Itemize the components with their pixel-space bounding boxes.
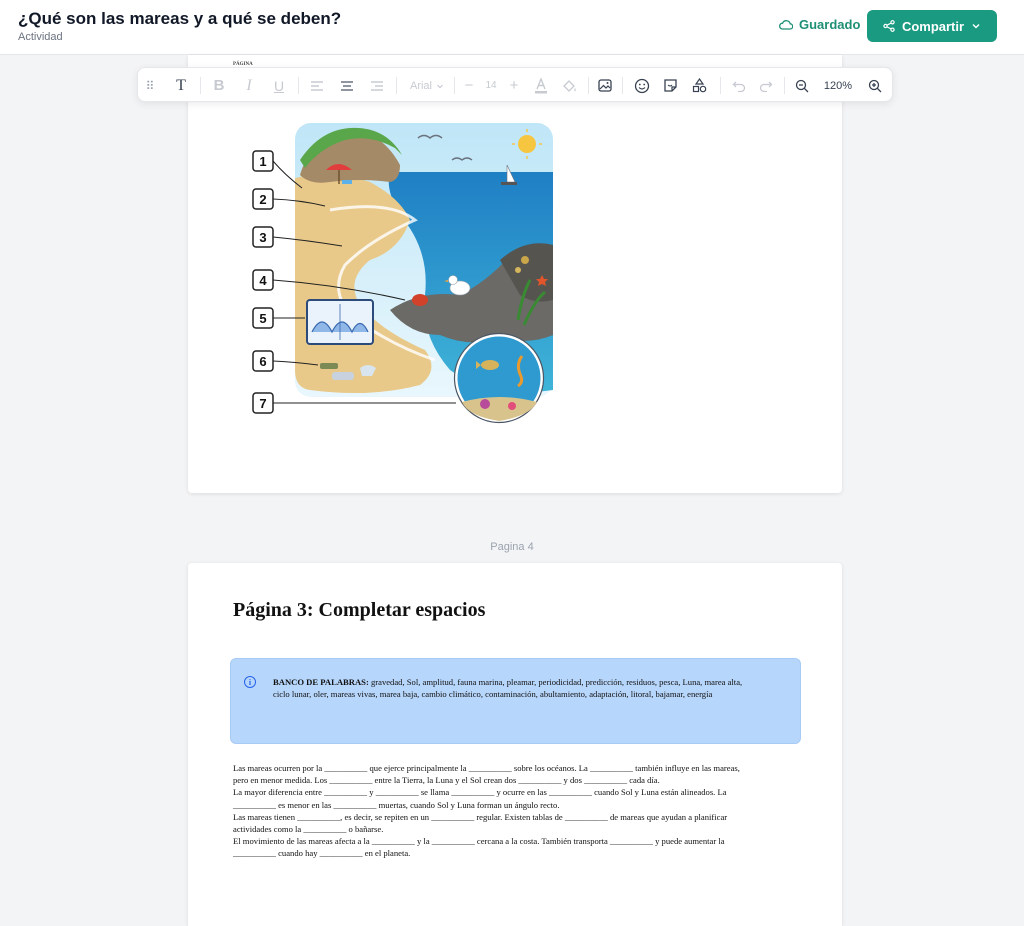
font-size-decrease-button[interactable]: −	[461, 68, 477, 103]
paint-bucket-icon	[562, 79, 576, 92]
illustration-label-5: 5	[259, 311, 266, 326]
illustration-label-1: 1	[259, 154, 266, 169]
illustration-label-2: 2	[259, 192, 266, 207]
text-color-button[interactable]	[530, 68, 552, 103]
zoom-in-icon	[868, 79, 882, 92]
zoom-in-button[interactable]	[864, 68, 886, 103]
italic-icon: I	[246, 76, 252, 94]
word-bank-words-line-2: ciclo lunar, oler, mareas vivas, marea b…	[273, 689, 713, 699]
info-icon: i	[244, 676, 256, 688]
undo-icon	[732, 81, 746, 92]
text-line: __________ cuando hay __________ en el p…	[233, 848, 411, 859]
text-line: El movimiento de las mareas afecta a la …	[233, 836, 725, 847]
word-bank-label: BANCO DE PALABRAS:	[273, 677, 369, 687]
text-color-icon	[535, 77, 547, 93]
document-title[interactable]: ¿Qué son las mareas y a qué se deben?	[18, 9, 341, 29]
underline-button[interactable]: U	[268, 68, 290, 103]
text-line: Las mareas tienen __________, es decir, …	[233, 811, 728, 822]
app-header: ¿Qué son las mareas y a qué se deben? Ac…	[0, 0, 1024, 55]
zoom-out-button[interactable]	[791, 68, 813, 103]
illustration-label-4: 4	[259, 273, 267, 288]
save-status-label: Guardado	[799, 17, 861, 32]
font-family-select[interactable]: Arial	[406, 68, 448, 103]
text-line: actividades como la __________ o bañarse…	[233, 824, 384, 835]
fill-in-blanks-text[interactable]: Las mareas ocurren por la __________ que…	[233, 762, 799, 860]
toolbar-separator	[588, 77, 589, 94]
zoom-level-value: 120%	[823, 79, 853, 92]
save-status: Guardado	[779, 17, 860, 32]
chevron-down-icon	[437, 84, 443, 88]
toolbar-separator	[454, 77, 455, 94]
toolbar-separator	[784, 77, 785, 94]
redo-icon	[759, 81, 773, 92]
minus-icon: −	[464, 77, 474, 94]
text-line: Las mareas ocurren por la __________ que…	[233, 763, 740, 773]
align-right-icon	[371, 80, 383, 91]
word-bank-text: BANCO DE PALABRAS: gravedad, Sol, amplit…	[273, 676, 793, 700]
italic-button[interactable]: I	[238, 68, 260, 103]
align-right-button[interactable]	[366, 68, 388, 103]
emoji-icon	[634, 78, 650, 93]
share-button[interactable]: Compartir	[867, 10, 997, 42]
font-size-input[interactable]: 14	[481, 68, 501, 103]
document-page-4[interactable]: Página 3: Completar espacios i BANCO DE …	[188, 563, 842, 926]
text-icon: T	[176, 76, 186, 94]
bold-icon: B	[213, 77, 225, 94]
toolbar-separator	[720, 77, 721, 94]
text-line: __________ es menor en las __________ mu…	[233, 799, 560, 810]
text-line: pero en menor medida. Los __________ ent…	[233, 775, 660, 786]
sticker-icon	[663, 79, 677, 92]
chevron-down-icon	[972, 24, 980, 29]
share-icon	[883, 20, 895, 32]
zoom-out-icon	[795, 79, 809, 92]
insert-shapes-button[interactable]	[688, 68, 710, 103]
fill-color-button[interactable]	[558, 68, 580, 103]
align-left-button[interactable]	[306, 68, 328, 103]
page-number-label: Pagina 4	[490, 541, 534, 553]
insert-emoji-button[interactable]	[631, 68, 653, 103]
word-bank-box[interactable]: i BANCO DE PALABRAS: gravedad, Sol, ampl…	[230, 658, 801, 744]
toolbar-separator	[200, 77, 201, 94]
formatting-toolbar: ⠿ T B I U Arial − 14 + 120%	[137, 67, 893, 102]
insert-sticker-button[interactable]	[659, 68, 681, 103]
align-center-icon	[341, 80, 353, 91]
shapes-icon	[692, 78, 706, 93]
text-tool-button[interactable]: T	[170, 68, 192, 103]
toolbar-separator	[622, 77, 623, 94]
illustration-label-6: 6	[259, 354, 266, 369]
illustration-label-3: 3	[259, 230, 266, 245]
align-center-button[interactable]	[336, 68, 358, 103]
drag-handle-icon[interactable]: ⠿	[143, 68, 157, 103]
insert-image-button[interactable]	[594, 68, 616, 103]
share-button-label: Compartir	[901, 18, 965, 34]
cloud-icon	[779, 20, 793, 30]
align-left-icon	[311, 80, 323, 91]
toolbar-separator	[396, 77, 397, 94]
document-type-label: Actividad	[18, 31, 63, 43]
page-title[interactable]: Página 3: Completar espacios	[233, 599, 485, 622]
font-family-value: Arial	[409, 79, 432, 92]
undo-button[interactable]	[728, 68, 750, 103]
font-size-value: 14	[485, 80, 497, 91]
text-line: La mayor diferencia entre __________ y _…	[233, 787, 727, 798]
toolbar-separator	[298, 77, 299, 94]
image-icon	[598, 79, 612, 92]
underline-icon: U	[273, 77, 285, 94]
word-bank-words-line-1: gravedad, Sol, amplitud, fauna marina, p…	[370, 677, 743, 687]
redo-button[interactable]	[755, 68, 777, 103]
zoom-level[interactable]: 120%	[818, 68, 858, 103]
coastal-tide-illustration[interactable]: 1 2 3 4 5 6 7	[250, 120, 560, 430]
illustration-label-7: 7	[259, 396, 266, 411]
plus-icon: +	[509, 77, 519, 94]
font-size-increase-button[interactable]: +	[506, 68, 522, 103]
bold-button[interactable]: B	[208, 68, 230, 103]
